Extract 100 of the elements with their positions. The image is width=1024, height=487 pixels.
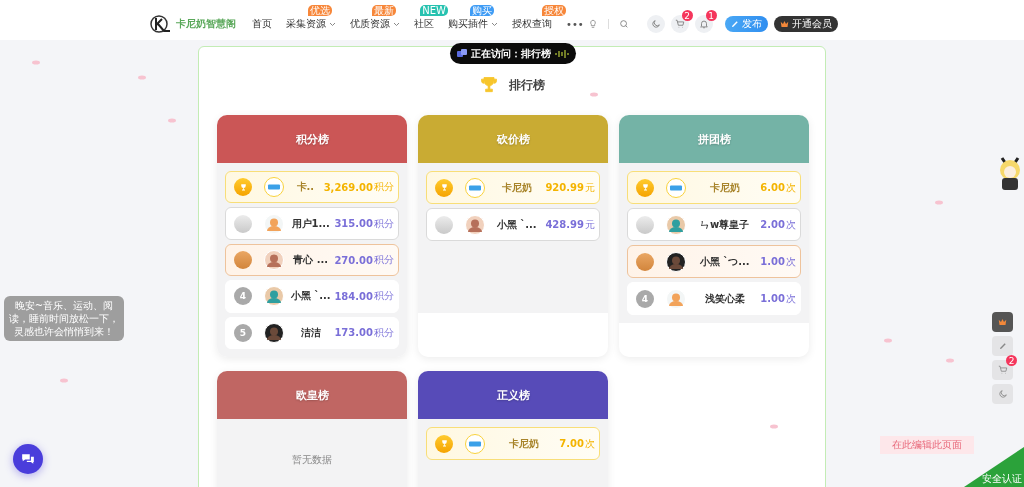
user-name: 洁洁 (299, 325, 322, 340)
score-value: 6.00 (760, 182, 785, 193)
nav-badge: 最新 (372, 5, 396, 16)
score-unit: 次 (585, 436, 595, 451)
score-unit: 元 (585, 180, 595, 195)
card-title: 砍价榜 (496, 131, 530, 147)
rank-badge: 4 (234, 287, 252, 306)
rank-badge (636, 215, 654, 234)
petal-icon (884, 338, 892, 343)
petal-icon (60, 378, 68, 383)
petal-icon (946, 358, 954, 363)
people-icon (457, 49, 467, 58)
score-unit: 次 (786, 254, 796, 269)
pencil-icon (998, 342, 1007, 350)
petal-icon (32, 60, 40, 65)
security-text: 安全认证 (982, 472, 1022, 486)
ranking-row[interactable]: 5 洁洁 173.00积分 (225, 316, 399, 350)
cart-count: 2 (681, 10, 693, 21)
ranking-row[interactable]: 4 小黑 `... 184.00积分 (225, 280, 399, 313)
page-title: 排行榜 (509, 76, 545, 94)
crown-icon (998, 318, 1007, 326)
bell-icon (698, 19, 709, 29)
nav-link[interactable]: 首页 (252, 17, 272, 31)
rank-badge (435, 215, 453, 234)
more-menu[interactable]: ••• (566, 18, 584, 30)
moon-icon (650, 19, 661, 29)
score-unit: 次 (786, 291, 796, 306)
cart-icon (997, 365, 1008, 375)
user-name: ㄣw尊皇子 (699, 217, 751, 232)
score-value: 184.00 (334, 290, 373, 302)
petal-icon (935, 200, 943, 205)
petal-icon (138, 75, 146, 80)
moon-icon (997, 389, 1008, 399)
user-name: 用户1... (290, 216, 331, 231)
visiting-text: 正在访问：排行榜 (471, 46, 551, 61)
score-unit: 积分 (374, 289, 394, 304)
trophy-icon (479, 75, 499, 95)
petal-icon (770, 424, 778, 429)
rank-badge: 5 (234, 323, 252, 342)
theme-side-button[interactable] (992, 384, 1013, 404)
user-name: 卡尼奶 (507, 436, 540, 451)
notice-count: 1 (705, 10, 717, 21)
card-title: 积分榜 (295, 131, 329, 147)
caret-icon[interactable] (329, 21, 336, 27)
user-name: 卡尼奶 (708, 180, 741, 195)
card-title: 拼团榜 (697, 131, 731, 147)
rank-badge (234, 214, 252, 233)
nav-link[interactable]: 授权查询 (512, 17, 552, 31)
chat-icon (21, 453, 35, 465)
chat-button[interactable] (13, 444, 43, 474)
score-unit: 次 (786, 180, 796, 195)
vip-side-button[interactable] (992, 312, 1013, 332)
score-value: 270.00 (334, 254, 373, 266)
score-value: 7.00 (559, 438, 584, 449)
nav-link[interactable]: 社区 (414, 17, 434, 31)
nav-link[interactable]: 购买插件 (448, 17, 488, 31)
theme-button[interactable] (646, 15, 665, 33)
edit-button[interactable] (992, 336, 1013, 356)
score-unit: 积分 (374, 216, 394, 231)
user-name: 小黑 `つ... (698, 254, 751, 269)
ranking-row[interactable]: 用户1... 315.00积分 (225, 207, 399, 240)
empty-message: 暂无数据 (217, 419, 407, 487)
caret-icon[interactable] (393, 21, 400, 27)
pencil-icon (730, 20, 739, 28)
score-unit: 积分 (374, 325, 394, 340)
trophy-badge (636, 178, 654, 197)
score-value: 920.99 (545, 182, 584, 193)
nav-link[interactable]: 优质资源 (350, 17, 390, 31)
user-name: 青心 ... (292, 253, 330, 267)
score-value: 315.00 (334, 218, 373, 230)
score-value: 3,269.00 (323, 181, 373, 193)
score-value: 173.00 (334, 327, 373, 339)
vip-button[interactable]: 开通会员 (773, 16, 838, 32)
cart-icon (674, 19, 685, 29)
score-unit: 积分 (374, 253, 394, 267)
score-value: 428.99 (545, 219, 584, 230)
nav-badge: 购买 (470, 5, 494, 16)
nav-badge: 授权 (542, 5, 566, 16)
trophy-badge (234, 178, 252, 197)
user-name: 浅笑心柔 (703, 291, 746, 306)
ranking-row[interactable]: 4 浅笑心柔 1.00次 (627, 282, 801, 315)
ranking-row[interactable]: 小黑 `つ... 1.00次 (627, 245, 801, 278)
user-name: 小黑 `... (495, 217, 538, 232)
logo-icon (150, 15, 172, 33)
crown-icon (779, 20, 789, 28)
ranking-row[interactable]: 青心 ... 270.00积分 (225, 243, 399, 277)
nav-link[interactable]: 采集资源 (286, 17, 326, 31)
score-unit: 次 (786, 217, 796, 232)
user-name: 小黑 `... (290, 289, 332, 304)
rank-badge: 4 (636, 289, 654, 308)
search-icon (618, 19, 629, 29)
score-value: 2.00 (760, 219, 785, 230)
rank-badge (234, 251, 252, 269)
caret-icon[interactable] (491, 21, 498, 27)
ranking-row[interactable]: 小黑 `... 428.99元 (426, 208, 600, 241)
score-unit: 积分 (374, 180, 394, 195)
ranking-row[interactable]: ㄣw尊皇子 2.00次 (627, 208, 801, 241)
trophy-badge (435, 434, 453, 453)
score-unit: 元 (585, 217, 595, 232)
card-title: 正义榜 (496, 387, 530, 403)
